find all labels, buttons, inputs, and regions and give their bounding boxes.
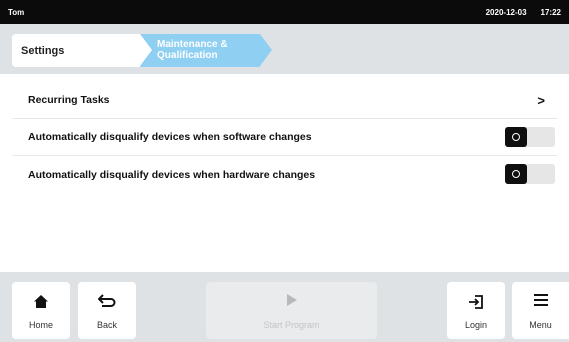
home-icon <box>33 294 49 311</box>
list-item-label: Recurring Tasks <box>28 94 110 106</box>
user-name: Tom <box>8 7 25 17</box>
bottom-navigation: Home Back Start Program Login Menu <box>0 272 569 342</box>
play-icon <box>286 294 297 306</box>
home-label: Home <box>28 320 53 330</box>
breadcrumb-settings[interactable]: Settings <box>12 34 158 67</box>
breadcrumb-active-line1: Maintenance & <box>157 39 228 50</box>
toggle-knob-icon <box>505 164 527 184</box>
list-item-software-disqualify: Automatically disqualify devices when so… <box>12 119 557 156</box>
hardware-disqualify-toggle[interactable] <box>505 164 555 184</box>
status-time: 17:22 <box>540 7 561 17</box>
menu-icon <box>533 294 548 308</box>
menu-label: Menu <box>529 320 552 330</box>
list-item-hardware-disqualify: Automatically disqualify devices when ha… <box>12 156 557 193</box>
login-button[interactable]: Login <box>447 282 505 339</box>
chevron-right-icon: > <box>537 93 545 108</box>
breadcrumb-settings-label: Settings <box>21 44 65 57</box>
home-button[interactable]: Home <box>12 282 70 339</box>
start-program-label: Start Program <box>263 320 320 330</box>
list-item-label: Automatically disqualify devices when so… <box>28 131 312 143</box>
software-disqualify-toggle[interactable] <box>505 127 555 147</box>
menu-button[interactable]: Menu <box>512 282 569 339</box>
login-label: Login <box>464 320 488 330</box>
list-item-label: Automatically disqualify devices when ha… <box>28 168 316 181</box>
back-button[interactable]: Back <box>78 282 136 339</box>
toggle-knob-icon <box>505 127 527 147</box>
breadcrumb: Settings Maintenance & Qualification <box>0 24 569 74</box>
settings-list: Recurring Tasks > Automatically disquali… <box>12 82 557 270</box>
status-bar: Tom 2020-12-03 17:22 <box>0 0 569 24</box>
login-icon <box>468 294 484 312</box>
breadcrumb-maintenance-qualification: Maintenance & Qualification <box>140 34 272 67</box>
list-item-recurring-tasks[interactable]: Recurring Tasks > <box>12 82 557 119</box>
start-program-button[interactable]: Start Program <box>206 282 377 339</box>
breadcrumb-active-line2: Qualification <box>157 50 218 61</box>
back-arrow-icon <box>97 294 116 310</box>
back-label: Back <box>96 320 117 330</box>
status-date: 2020-12-03 <box>485 7 527 17</box>
